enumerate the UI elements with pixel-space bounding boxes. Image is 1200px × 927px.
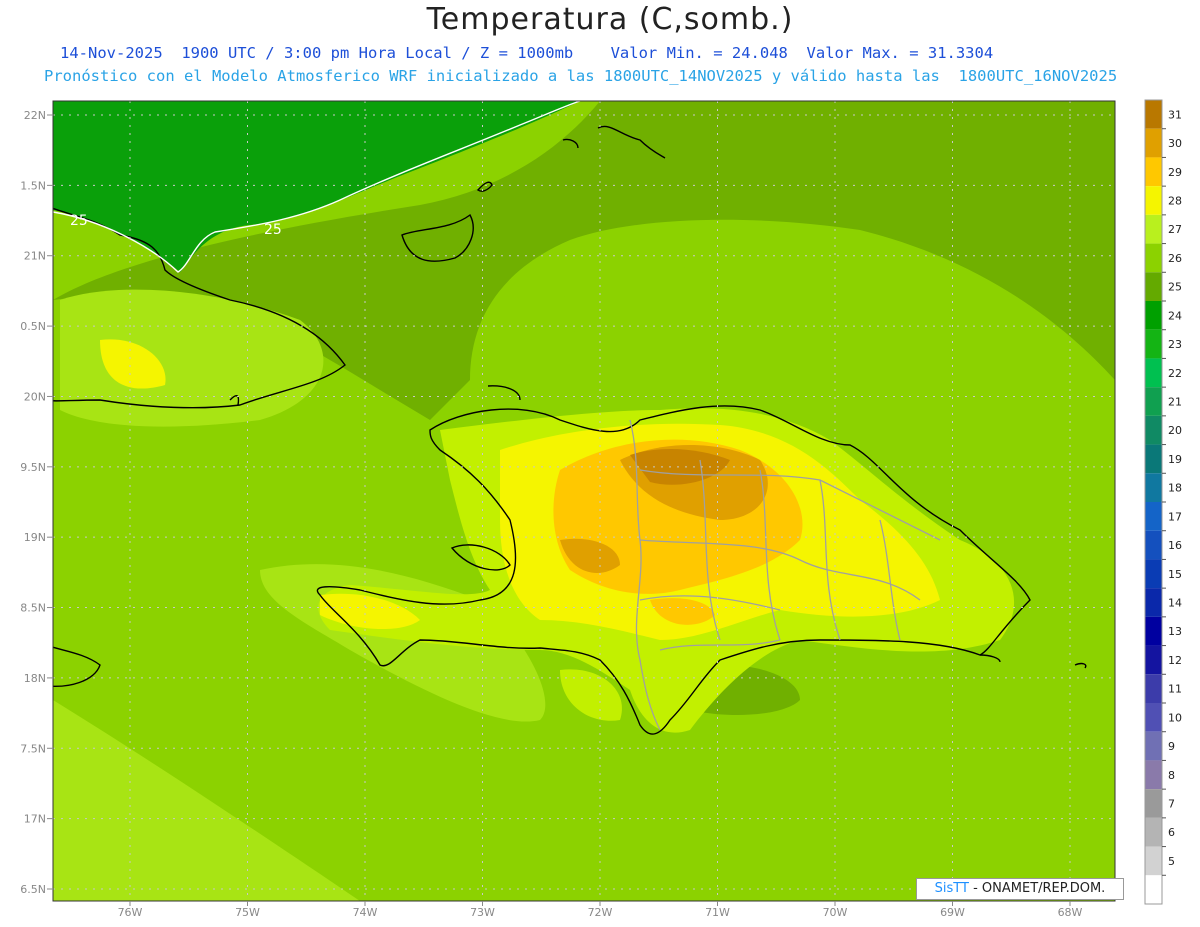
- lat-label: 20N: [24, 390, 46, 403]
- colorbar-swatch: [1145, 703, 1162, 732]
- colorbar-label: 17: [1168, 510, 1182, 523]
- colorbar-label: 30: [1168, 137, 1182, 150]
- lat-label: 1.5N: [20, 179, 46, 192]
- credit-brand: SisTT: [934, 881, 969, 896]
- colorbar-label: 22: [1168, 367, 1182, 380]
- lon-label: 69W: [940, 906, 965, 919]
- lat-label: 0.5N: [20, 320, 46, 333]
- lon-label: 73W: [470, 906, 495, 919]
- temperature-field: [53, 101, 1115, 901]
- colorbar-swatch: [1145, 616, 1162, 646]
- lat-label: 8.5N: [20, 602, 46, 615]
- lon-label: 71W: [705, 906, 730, 919]
- colorbar-label: 8: [1168, 769, 1175, 782]
- colorbar-label: 5: [1168, 855, 1175, 868]
- lon-label: 75W: [235, 906, 260, 919]
- colorbar-label: 16: [1168, 539, 1182, 552]
- contour-label: 25: [70, 213, 88, 229]
- colorbar-label: 31: [1168, 108, 1182, 121]
- colorbar-label: 27: [1168, 223, 1182, 236]
- colorbar-label: 19: [1168, 453, 1182, 466]
- colorbar-swatch: [1145, 214, 1162, 244]
- lon-label: 70W: [823, 906, 848, 919]
- temperature-map: 25 25 22N 1.5N 21N 0.5N 20N 9.5N 19N 8.5N 18N 7.5…: [20, 99, 1182, 919]
- colorbar-swatch: [1145, 645, 1162, 675]
- colorbar-label: 15: [1168, 568, 1182, 581]
- colorbar: 31 30 29 28 27 26 25 24 23 22 21 20 19 18 17 16 15 14 13 12…: [1144, 99, 1182, 905]
- latitude-labels: 22N 1.5N 21N 0.5N 20N 9.5N 19N 8.5N 18N 7.5N 17N 6.…: [20, 109, 53, 896]
- colorbar-label: 7: [1168, 798, 1175, 811]
- lon-label: 76W: [118, 906, 143, 919]
- lat-label: 19N: [24, 531, 46, 544]
- colorbar-label: 28: [1168, 195, 1182, 208]
- colorbar-swatch: [1145, 100, 1162, 129]
- colorbar-swatch: [1145, 272, 1162, 301]
- credit-box: SisTT - ONAMET/REP.DOM.: [916, 878, 1124, 900]
- credit-text: - ONAMET/REP.DOM.: [968, 881, 1106, 896]
- colorbar-label: 13: [1168, 625, 1182, 638]
- colorbar-swatch: [1145, 473, 1162, 502]
- colorbar-swatch: [1145, 128, 1162, 158]
- colorbar-swatch: [1145, 358, 1162, 388]
- colorbar-label: 11: [1168, 683, 1182, 696]
- colorbar-swatch: [1145, 846, 1162, 876]
- colorbar-swatch: [1145, 789, 1162, 818]
- colorbar-swatch: [1145, 530, 1162, 560]
- colorbar-label: 25: [1168, 281, 1182, 294]
- colorbar-swatch: [1145, 817, 1162, 847]
- colorbar-swatch: [1145, 875, 1162, 904]
- lat-label: 17N: [24, 813, 46, 826]
- colorbar-label: 14: [1168, 597, 1182, 610]
- colorbar-label: 24: [1168, 309, 1182, 322]
- colorbar-swatch: [1145, 243, 1162, 273]
- colorbar-swatch: [1145, 157, 1162, 187]
- colorbar-label: 12: [1168, 654, 1182, 667]
- colorbar-label: 20: [1168, 424, 1182, 437]
- colorbar-label: 29: [1168, 166, 1182, 179]
- lon-label: 72W: [588, 906, 613, 919]
- colorbar-swatch: [1145, 760, 1162, 790]
- colorbar-swatch: [1145, 674, 1162, 703]
- colorbar-swatch: [1145, 731, 1162, 761]
- colorbar-swatch: [1145, 588, 1162, 617]
- colorbar-swatch: [1145, 415, 1162, 445]
- lon-label: 68W: [1058, 906, 1083, 919]
- lon-label: 74W: [353, 906, 378, 919]
- colorbar-swatch: [1145, 301, 1162, 330]
- lat-label: 6.5N: [20, 883, 46, 896]
- colorbar-label: 21: [1168, 396, 1182, 409]
- colorbar-swatch: [1145, 444, 1162, 474]
- colorbar-swatch: [1145, 329, 1162, 359]
- colorbar-label: 9: [1168, 740, 1175, 753]
- contour-label: 25: [264, 222, 282, 238]
- colorbar-label: 6: [1168, 826, 1175, 839]
- longitude-labels: 76W 75W 74W 73W 72W 71W 70W 69W 68W: [118, 901, 1083, 919]
- colorbar-label: 10: [1168, 711, 1182, 724]
- colorbar-swatch: [1145, 387, 1162, 416]
- lat-label: 7.5N: [20, 742, 46, 755]
- colorbar-label: 18: [1168, 482, 1182, 495]
- colorbar-label: 26: [1168, 252, 1182, 265]
- lat-label: 22N: [24, 109, 46, 122]
- colorbar-swatch: [1145, 559, 1162, 589]
- lat-label: 21N: [24, 250, 46, 263]
- colorbar-label: 23: [1168, 338, 1182, 351]
- lat-label: 9.5N: [20, 461, 46, 474]
- colorbar-swatch: [1145, 186, 1162, 215]
- colorbar-swatch: [1145, 502, 1162, 531]
- lat-label: 18N: [24, 672, 46, 685]
